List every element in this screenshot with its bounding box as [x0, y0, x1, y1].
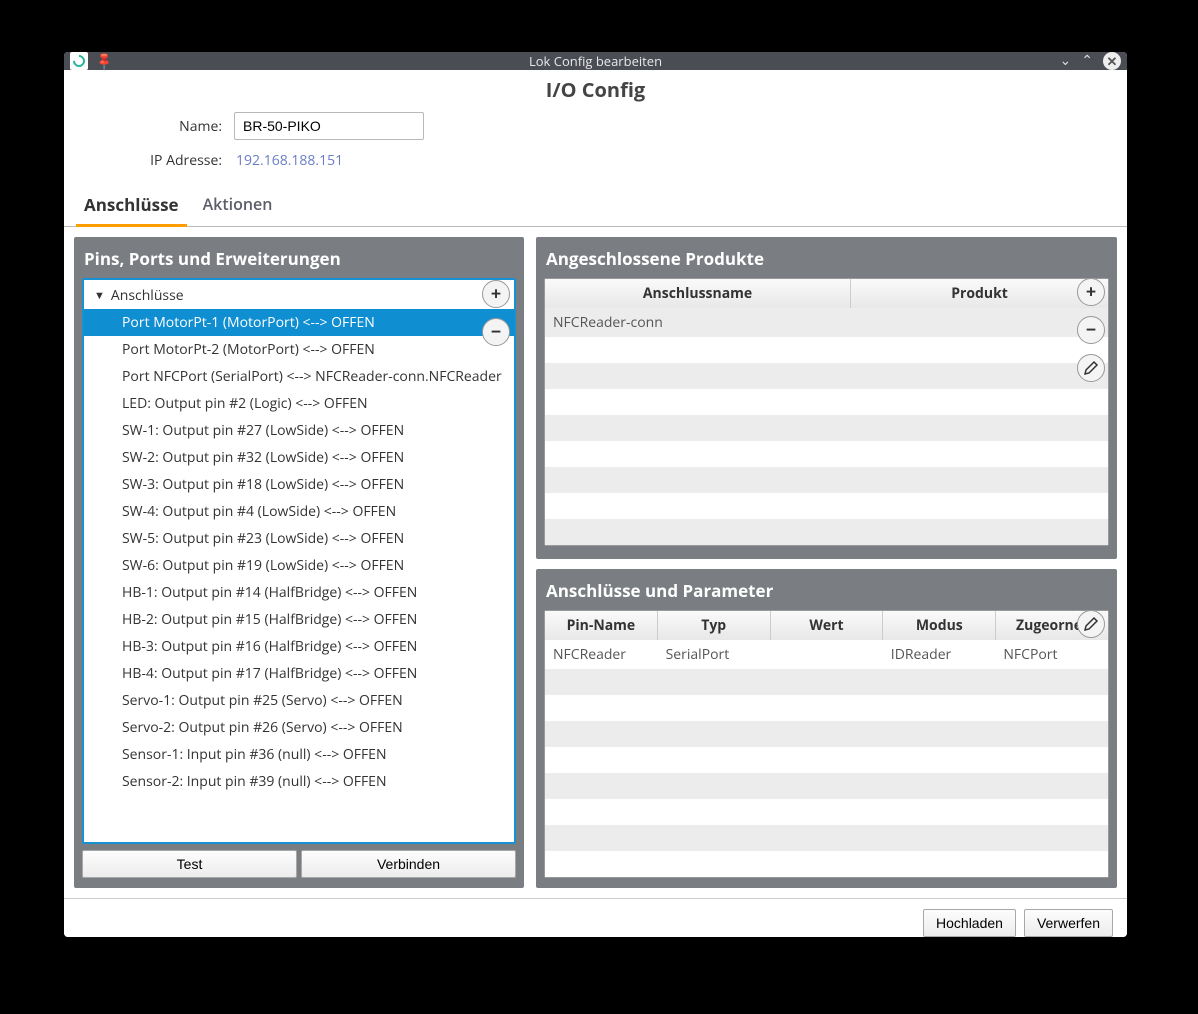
tree-item[interactable]: Port MotorPt-2 (MotorPort) <--> OFFEN	[84, 336, 514, 363]
tree-item[interactable]: SW-1: Output pin #27 (LowSide) <--> OFFE…	[84, 417, 514, 444]
tree-item[interactable]: LED: Output pin #2 (Logic) <--> OFFEN	[84, 390, 514, 417]
connect-button[interactable]: Verbinden	[301, 850, 516, 878]
cell	[770, 640, 883, 669]
test-button[interactable]: Test	[82, 850, 297, 878]
tree-root-label: Anschlüsse	[111, 286, 184, 305]
tree-item[interactable]: Servo-2: Output pin #26 (Servo) <--> OFF…	[84, 714, 514, 741]
col-wert[interactable]: Wert	[771, 611, 884, 640]
edit-product-button[interactable]	[1077, 354, 1105, 382]
panel-params: Anschlüsse und Parameter Pin-Name Typ We…	[536, 569, 1117, 888]
tab-anschluesse[interactable]: Anschlüsse	[84, 185, 179, 226]
tree-item[interactable]: HB-4: Output pin #17 (HalfBridge) <--> O…	[84, 660, 514, 687]
cell: IDReader	[883, 640, 996, 669]
pencil-icon	[1083, 360, 1099, 376]
discard-button[interactable]: Verwerfen	[1024, 909, 1113, 937]
caret-down-icon: ▼	[94, 288, 105, 303]
tree-item[interactable]: Servo-1: Output pin #25 (Servo) <--> OFF…	[84, 687, 514, 714]
maximize-icon[interactable]: ⌃	[1081, 54, 1093, 68]
products-table[interactable]: Anschlussname Produkt NFCReader-conn	[544, 278, 1109, 546]
tree-item[interactable]: SW-3: Output pin #18 (LowSide) <--> OFFE…	[84, 471, 514, 498]
cell: NFCReader	[545, 640, 658, 669]
edit-params-button[interactable]	[1077, 610, 1105, 638]
pencil-icon	[1083, 616, 1099, 632]
window: 📌 Lok Config bearbeiten ⌄ ⌃ ✕ I/O Config…	[64, 52, 1127, 937]
table-row[interactable]: NFCReader-conn	[545, 308, 1108, 337]
col-typ[interactable]: Typ	[658, 611, 771, 640]
titlebar: 📌 Lok Config bearbeiten ⌄ ⌃ ✕	[64, 52, 1127, 70]
tree-item[interactable]: Sensor-2: Input pin #39 (null) <--> OFFE…	[84, 768, 514, 795]
page-title: I/O Config	[64, 70, 1127, 105]
minimize-icon[interactable]: ⌄	[1060, 54, 1072, 68]
panel-params-title: Anschlüsse und Parameter	[544, 575, 1109, 610]
tree-item[interactable]: Port MotorPt-1 (MotorPort) <--> OFFEN	[84, 309, 514, 336]
app-icon	[70, 52, 88, 70]
panel-products: Angeschlossene Produkte Anschlussname Pr…	[536, 237, 1117, 559]
tree-item[interactable]: HB-2: Output pin #15 (HalfBridge) <--> O…	[84, 606, 514, 633]
name-label: Name:	[64, 117, 234, 136]
params-table[interactable]: Pin-Name Typ Wert Modus Zugeornet NFCRea…	[544, 610, 1109, 878]
tree-item[interactable]: Sensor-1: Input pin #36 (null) <--> OFFE…	[84, 741, 514, 768]
window-title: Lok Config bearbeiten	[64, 52, 1127, 70]
footer: Hochladen Verwerfen	[64, 898, 1127, 937]
tree-item[interactable]: SW-2: Output pin #32 (LowSide) <--> OFFE…	[84, 444, 514, 471]
tree-item[interactable]: Port NFCPort (SerialPort) <--> NFCReader…	[84, 363, 514, 390]
pin-icon[interactable]: 📌	[92, 52, 116, 73]
cell: NFCReader-conn	[545, 308, 827, 337]
tree[interactable]: ▼ Anschlüsse Port MotorPt-1 (MotorPort) …	[82, 278, 516, 844]
col-produkt[interactable]: Produkt	[851, 279, 1108, 308]
tree-item[interactable]: SW-6: Output pin #19 (LowSide) <--> OFFE…	[84, 552, 514, 579]
ip-value: 192.168.188.151	[234, 151, 343, 170]
tree-item[interactable]: HB-1: Output pin #14 (HalfBridge) <--> O…	[84, 579, 514, 606]
col-modus[interactable]: Modus	[883, 611, 996, 640]
tabs: Anschlüsse Aktionen	[64, 185, 1127, 227]
name-input[interactable]	[234, 112, 424, 140]
tree-item[interactable]: SW-4: Output pin #4 (LowSide) <--> OFFEN	[84, 498, 514, 525]
tree-root[interactable]: ▼ Anschlüsse	[84, 282, 514, 309]
content: I/O Config Name: IP Adresse: 192.168.188…	[64, 70, 1127, 937]
tree-item[interactable]: SW-5: Output pin #23 (LowSide) <--> OFFE…	[84, 525, 514, 552]
remove-product-button[interactable]: −	[1077, 316, 1105, 344]
close-icon[interactable]: ✕	[1103, 52, 1121, 70]
cell	[827, 308, 1109, 337]
panel-pins-title: Pins, Ports und Erweiterungen	[82, 243, 516, 278]
cell: SerialPort	[658, 640, 771, 669]
tree-item[interactable]: HB-3: Output pin #16 (HalfBridge) <--> O…	[84, 633, 514, 660]
upload-button[interactable]: Hochladen	[923, 909, 1016, 937]
col-anschlussname[interactable]: Anschlussname	[545, 279, 851, 308]
table-row[interactable]: NFCReader SerialPort IDReader NFCPort	[545, 640, 1108, 669]
tab-aktionen[interactable]: Aktionen	[203, 185, 273, 226]
cell: NFCPort	[995, 640, 1108, 669]
add-product-button[interactable]: +	[1077, 278, 1105, 306]
panel-products-title: Angeschlossene Produkte	[544, 243, 1109, 278]
panel-pins: Pins, Ports und Erweiterungen ▼ Anschlüs…	[74, 237, 524, 888]
ip-label: IP Adresse:	[64, 151, 234, 170]
remove-button[interactable]: −	[482, 318, 510, 346]
form: Name: IP Adresse: 192.168.188.151	[64, 105, 1127, 185]
col-pinname[interactable]: Pin-Name	[545, 611, 658, 640]
add-button[interactable]: +	[482, 280, 510, 308]
